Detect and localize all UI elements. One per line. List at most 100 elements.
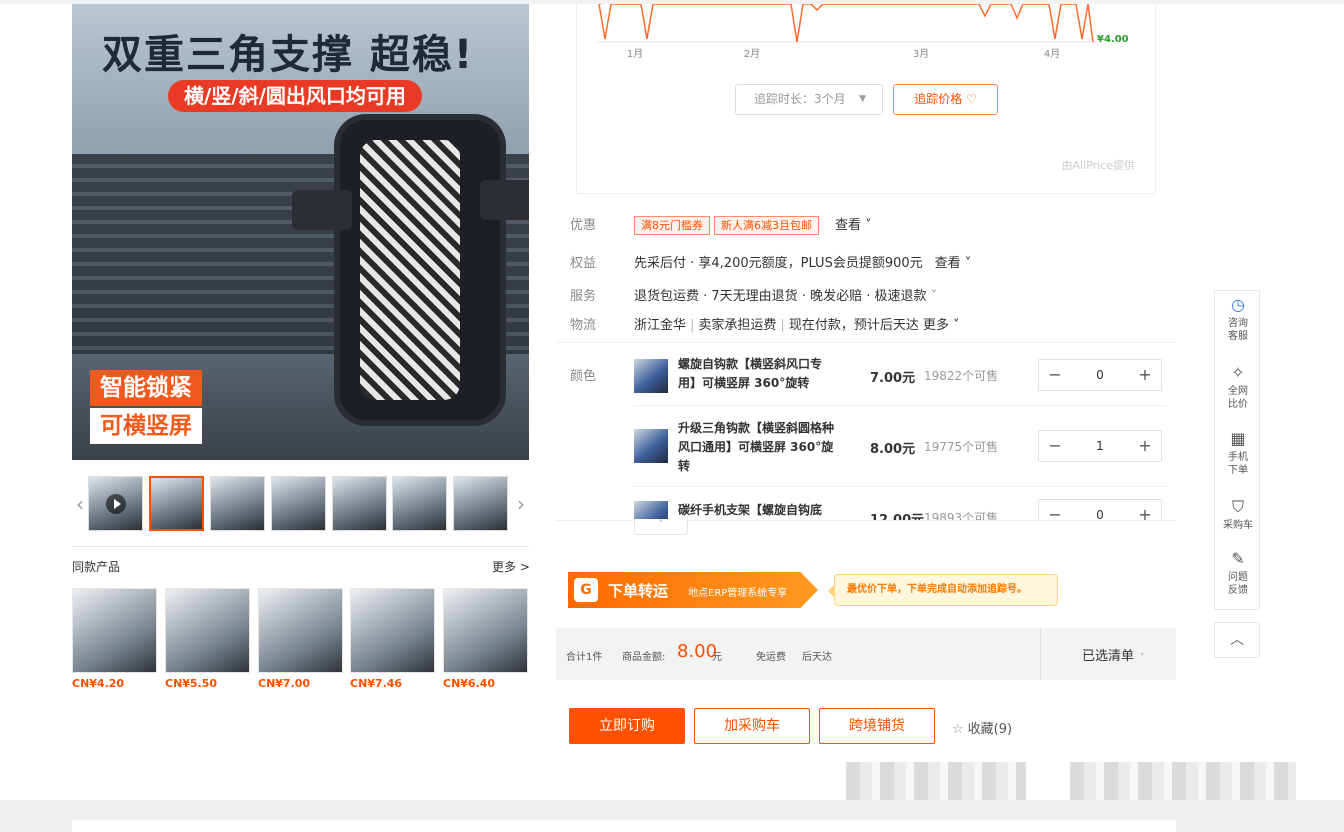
- rights-label: 权益: [570, 256, 597, 271]
- sku-image[interactable]: [634, 359, 668, 393]
- same-product-card[interactable]: CN¥6.40: [443, 588, 528, 690]
- sidebar-item-feedback[interactable]: ✎ 问题反馈: [1215, 549, 1261, 597]
- order-summary-bar: 合计1件 商品金额: 8.00 元 免运费 后天达 已选清单 ˄: [556, 628, 1176, 680]
- selected-list-toggle[interactable]: 已选清单 ˄: [1082, 645, 1145, 664]
- sidebar-item-cart[interactable]: ⛉ 采购车: [1215, 497, 1261, 532]
- star-icon: ☆: [952, 722, 964, 737]
- coupon-badge[interactable]: 新人满6减3且包邮: [714, 216, 819, 235]
- feature-tag-lock: 智能锁紧: [90, 370, 202, 406]
- logistics-row: 物流 浙江金华 | 卖家承担运费 | 现在付款，预计后天达 更多 ˅: [570, 314, 959, 333]
- same-product-card[interactable]: CN¥7.00: [258, 588, 343, 690]
- transship-banner[interactable]: G 下单转运 地点ERP管理系统专享: [568, 572, 818, 608]
- summary-unit: 元: [712, 652, 722, 663]
- track-duration-dropdown[interactable]: 追踪时长：3个月 ▼: [735, 84, 883, 115]
- same-product-card[interactable]: CN¥4.20: [72, 588, 157, 690]
- cross-border-button[interactable]: 跨境铺货: [819, 708, 935, 744]
- same-product-card[interactable]: CN¥7.46: [350, 588, 435, 690]
- minus-button[interactable]: −: [1039, 500, 1071, 521]
- month-tick-label: 4月: [1044, 48, 1060, 60]
- separator: |: [780, 318, 785, 333]
- chevron-up-icon: ︿: [1230, 632, 1244, 648]
- add-to-cart-button[interactable]: 加采购车: [694, 708, 810, 744]
- summary-count: 合计1件: [566, 652, 603, 663]
- logistics-more-link[interactable]: 更多 ˅: [923, 318, 960, 333]
- month-tick-label: 3月: [913, 48, 929, 60]
- selected-list-text: 已选清单: [1082, 649, 1135, 664]
- thumbnail-item[interactable]: [149, 476, 204, 531]
- summary-eta: 后天达: [802, 652, 832, 663]
- promo-row: 优惠 满8元门槛券 新人满6减3且包邮 查看 ˅: [570, 214, 872, 235]
- thumbnail-item[interactable]: [271, 476, 326, 531]
- logistics-eta: 现在付款，预计后天达: [788, 318, 919, 333]
- rights-see-link[interactable]: 查看 ˅: [935, 256, 972, 271]
- chevron-right-icon[interactable]: ›: [513, 492, 529, 516]
- minus-button[interactable]: −: [1039, 360, 1071, 390]
- blurred-region: [1070, 762, 1296, 804]
- sidebar-item-compare[interactable]: ✧ 全网比价: [1215, 363, 1261, 411]
- quantity-input[interactable]: 0: [1071, 500, 1129, 521]
- promo-see-link[interactable]: 查看 ˅: [835, 218, 872, 233]
- chevron-left-icon[interactable]: ‹: [72, 492, 88, 516]
- sku-divider: [634, 486, 1166, 487]
- sku-image[interactable]: [634, 429, 668, 463]
- thumbnail-item[interactable]: [453, 476, 508, 531]
- favorite-label: 收藏(9): [967, 722, 1013, 737]
- track-price-button[interactable]: 追踪价格 ♡: [893, 84, 998, 115]
- chevron-up-icon: ˄: [1140, 653, 1145, 663]
- banner-tip: 最优价下单，下单完成自动添加追踪号。: [828, 574, 1058, 606]
- plus-button[interactable]: +: [1129, 500, 1161, 521]
- summary-amount-label: 商品金额:: [622, 652, 666, 663]
- same-product-price: CN¥7.46: [350, 677, 403, 690]
- quantity-input[interactable]: 0: [1071, 360, 1129, 390]
- same-product-price: CN¥5.50: [165, 677, 218, 690]
- sku-price: 7.00元: [870, 371, 916, 386]
- thumbnail-item[interactable]: [392, 476, 447, 531]
- quantity-stepper: − 0 +: [1038, 359, 1162, 391]
- thumbnail-item[interactable]: [210, 476, 265, 531]
- same-products-more-link[interactable]: 更多 >: [492, 558, 530, 575]
- thumbnail-video[interactable]: [88, 476, 143, 531]
- clock-icon: ◷: [1231, 295, 1245, 314]
- puzzle-icon: ✧: [1231, 363, 1245, 382]
- expand-sku-button[interactable]: ˅: [634, 519, 688, 535]
- main-image-title: 双重三角支撑 超稳!: [102, 32, 475, 78]
- service-chevron-icon[interactable]: ˅: [926, 289, 938, 304]
- sku-image[interactable]: [634, 501, 668, 521]
- minus-button[interactable]: −: [1039, 431, 1071, 461]
- feature-tag-rotate: 可横竖屏: [90, 408, 202, 444]
- play-icon: [106, 494, 126, 514]
- plus-button[interactable]: +: [1129, 360, 1161, 390]
- same-product-card[interactable]: CN¥5.50: [165, 588, 250, 690]
- current-price-label: ¥4.00: [1097, 34, 1129, 45]
- service-row: 服务 退货包运费 · 7天无理由退货 · 晚发必赔 · 极速退款 ˅: [570, 285, 937, 304]
- sidebar-item-label: 手机下单: [1228, 452, 1248, 476]
- sidebar-item-mobile-order[interactable]: ▦ 手机下单: [1215, 429, 1261, 477]
- main-image-subtitle: 横/竖/斜/圆出风口均可用: [168, 80, 422, 112]
- quantity-input[interactable]: 1: [1071, 431, 1129, 461]
- carbon-pattern: [360, 140, 460, 400]
- right-float-toolbar: ◷ 咨询客服 ✧ 全网比价 ▦ 手机下单 ⛉ 采购车 ✎ 问题反馈: [1214, 290, 1260, 610]
- caret-down-icon: ▼: [859, 94, 866, 104]
- back-to-top-button[interactable]: ︿: [1214, 622, 1260, 658]
- quantity-stepper: − 1 +: [1038, 430, 1162, 462]
- same-products-title: 同款产品: [72, 560, 121, 574]
- sku-name: 螺旋自钩款【横竖斜风口专用】可横竖屏 360°旋转: [678, 357, 823, 390]
- month-tick-label: 2月: [744, 48, 760, 60]
- sku-name: 碳纤手机支架【螺旋自钩底: [678, 503, 823, 517]
- summary-shipping: 免运费: [756, 652, 786, 663]
- promo-label: 优惠: [570, 218, 597, 233]
- sidebar-item-customer-service[interactable]: ◷ 咨询客服: [1215, 295, 1261, 343]
- buy-now-button[interactable]: 立即订购: [569, 708, 685, 744]
- cart-icon: ⛉: [1231, 497, 1244, 516]
- coupon-badge[interactable]: 满8元门槛券: [634, 216, 710, 235]
- main-product-image[interactable]: 双重三角支撑 超稳! 横/竖/斜/圆出风口均可用 智能锁紧 可横竖屏: [72, 4, 529, 460]
- logistics-more-text: 更多: [922, 318, 949, 333]
- sku-list: 颜色 螺旋自钩款【横竖斜风口专用】可横竖屏 360°旋转 7.00元 19822…: [556, 343, 1176, 521]
- banner-subtitle: 地点ERP管理系统专享: [688, 588, 788, 599]
- plus-button[interactable]: +: [1129, 431, 1161, 461]
- thumbnail-item[interactable]: [332, 476, 387, 531]
- sku-stock: 19822个可售: [924, 369, 999, 383]
- sku-row: 碳纤手机支架【螺旋自钩底 12.00元 19893个可售 − 0 +: [634, 489, 1166, 521]
- favorite-button[interactable]: ☆ 收藏(9): [952, 718, 1012, 737]
- sidebar-item-label: 全网比价: [1228, 386, 1248, 410]
